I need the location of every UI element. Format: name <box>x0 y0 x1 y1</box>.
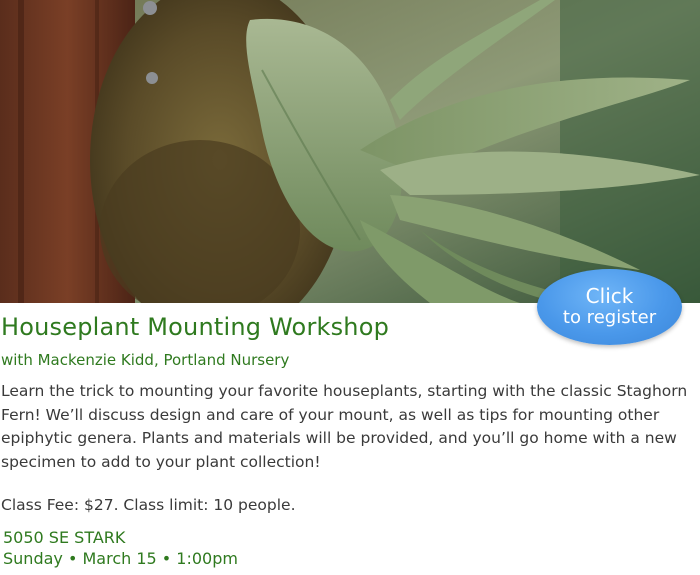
event-datetime: Sunday • March 15 • 1:00pm <box>3 549 238 568</box>
event-subtitle: with Mackenzie Kidd, Portland Nursery <box>1 351 290 369</box>
click-to-register-button[interactable]: Click to register <box>537 269 682 345</box>
hero-image <box>0 0 700 303</box>
staghorn-fern-photo <box>0 0 700 303</box>
event-title: Houseplant Mounting Workshop <box>1 313 390 341</box>
event-address: 5050 SE STARK <box>3 528 126 547</box>
class-fee: Class Fee: $27. Class limit: 10 people. <box>1 496 296 514</box>
register-button-line1: Click <box>585 284 634 308</box>
event-description: Learn the trick to mounting your favorit… <box>1 382 688 471</box>
register-button-line2: to register <box>562 307 657 328</box>
